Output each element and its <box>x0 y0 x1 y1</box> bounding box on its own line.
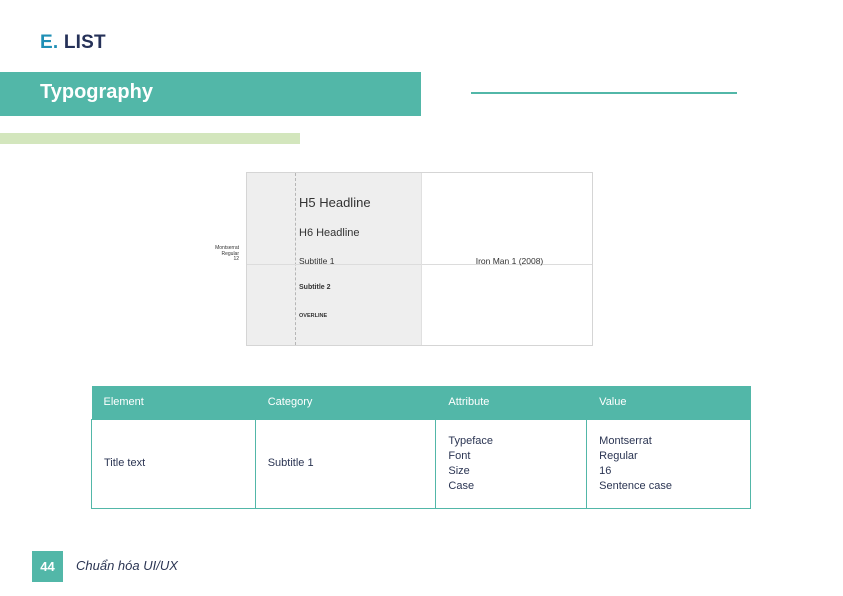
value-case: Sentence case <box>599 479 672 492</box>
font-annotation: Montserrat Regular 12 <box>190 245 239 263</box>
page-number: 44 <box>32 551 63 582</box>
value-font: Regular <box>599 449 638 462</box>
attribute-font: Font <box>448 449 471 462</box>
cell-category: Subtitle 1 <box>254 418 437 509</box>
attribute-case: Case <box>448 479 475 492</box>
footer-title: Chuẩn hóa UI/UX <box>76 558 178 573</box>
attribute-typeface: Typeface <box>448 434 494 447</box>
header-element: Element <box>91 386 256 419</box>
table-header-row: Element Category Attribute Value <box>91 386 751 419</box>
attribute-size: Size <box>448 464 470 477</box>
subtitle1-sample: Subtitle 1 <box>299 256 335 266</box>
cell-element: Title text <box>91 418 256 509</box>
preview-guide-line <box>295 173 296 345</box>
annotation-size: 12 <box>233 256 239 262</box>
sample-text: Iron Man 1 (2008) <box>475 256 544 266</box>
banner-title: Typography <box>40 81 153 103</box>
h5-headline-sample: H5 Headline <box>299 195 371 210</box>
overline-sample: OVERLINE <box>299 313 328 319</box>
h6-headline-sample: H6 Headline <box>299 227 360 239</box>
typography-preview: H5 Headline H6 Headline Subtitle 1 Subti… <box>246 172 593 346</box>
header-value: Value <box>586 386 751 419</box>
header-category: Category <box>255 386 437 419</box>
value-size: 16 <box>599 464 612 477</box>
section-title: E. LIST <box>40 32 106 54</box>
spec-table: Element Category Attribute Value Title t… <box>91 386 751 509</box>
banner-divider-line <box>471 92 737 94</box>
section-letter: E. <box>40 32 59 53</box>
header-attribute: Attribute <box>435 386 588 419</box>
typography-banner: Typography <box>0 72 421 116</box>
subtitle2-sample: Subtitle 2 <box>299 284 331 291</box>
value-typeface: Montserrat <box>599 434 652 447</box>
cell-values: Montserrat Regular 16 Sentence case <box>586 418 751 509</box>
table-row: Title text Subtitle 1 Typeface Font Size… <box>91 418 751 509</box>
cell-attributes: Typeface Font Size Case <box>435 418 588 509</box>
section-name: LIST <box>63 32 106 53</box>
accent-bar <box>0 133 300 144</box>
